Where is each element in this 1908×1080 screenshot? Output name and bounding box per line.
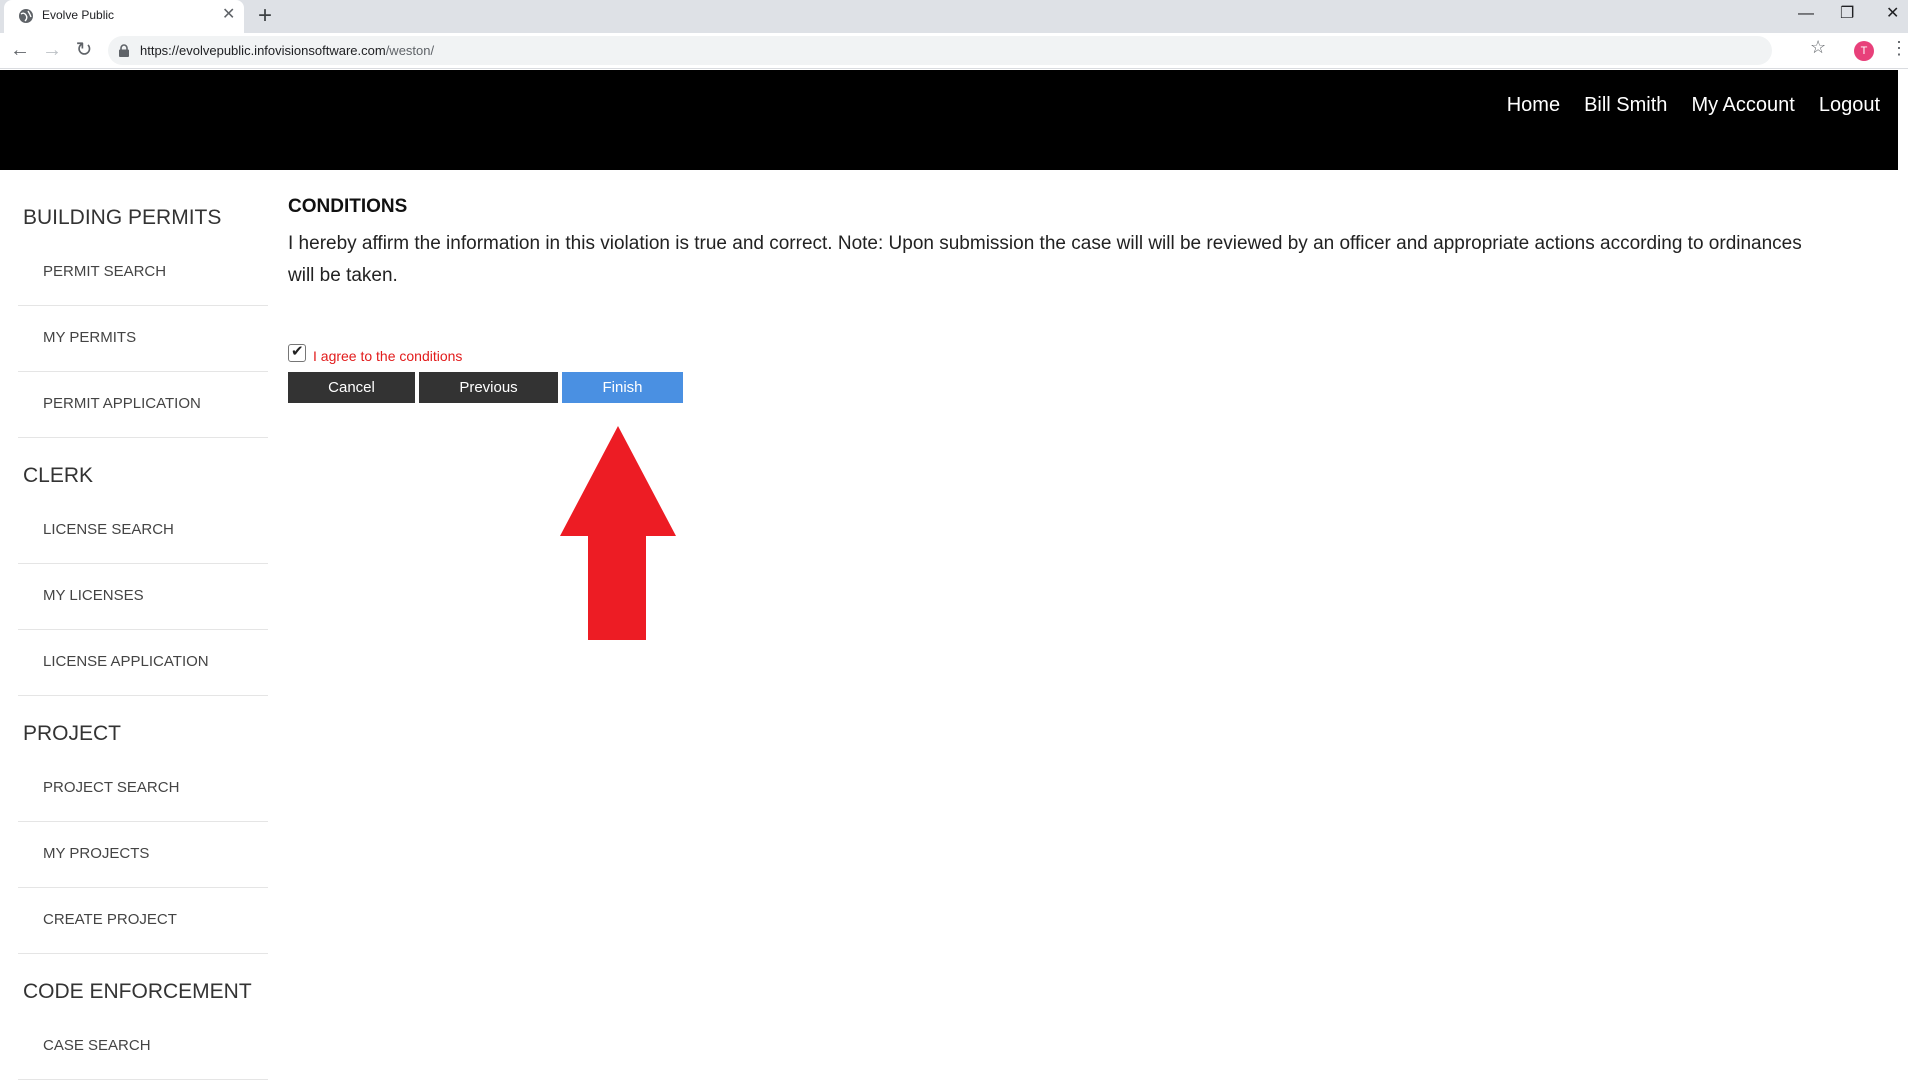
conditions-panel: CONDITIONS I hereby affirm the informati… xyxy=(288,196,1888,403)
sidebar-item-license-application[interactable]: LICENSE APPLICATION xyxy=(18,630,268,696)
site-header: Home Bill Smith My Account Logout xyxy=(0,70,1898,170)
back-icon[interactable]: ← xyxy=(8,38,32,62)
finish-button[interactable]: Finish xyxy=(562,372,683,403)
lock-icon xyxy=(119,44,129,57)
agree-row: I agree to the conditions xyxy=(288,340,1888,366)
red-arrow-annotation xyxy=(560,426,676,640)
sidebar-item-case-search[interactable]: CASE SEARCH xyxy=(18,1014,268,1080)
sidebar-item-my-licenses[interactable]: MY LICENSES xyxy=(18,564,268,630)
sidebar-item-my-projects[interactable]: MY PROJECTS xyxy=(18,822,268,888)
close-window-icon[interactable]: ✕ xyxy=(1886,2,1899,26)
agree-checkbox[interactable] xyxy=(288,342,306,362)
new-tab-icon[interactable]: + xyxy=(258,2,272,30)
wizard-buttons: Cancel Previous Finish xyxy=(288,372,1888,403)
minimize-icon[interactable]: — xyxy=(1798,2,1814,26)
forward-icon[interactable]: → xyxy=(40,38,64,62)
sidebar-section-building-permits: BUILDING PERMITS xyxy=(23,206,222,229)
profile-avatar[interactable]: T xyxy=(1854,41,1874,61)
sidebar-item-create-project[interactable]: CREATE PROJECT xyxy=(18,888,268,954)
sidebar-item-license-search[interactable]: LICENSE SEARCH xyxy=(18,498,268,564)
nav-home-link[interactable]: Home xyxy=(1507,94,1560,117)
sidebar-section-code-enforcement: CODE ENFORCEMENT xyxy=(23,980,252,1003)
page-title: CONDITIONS xyxy=(288,196,408,217)
reload-icon[interactable]: ↻ xyxy=(72,38,96,62)
sidebar-item-permit-search[interactable]: PERMIT SEARCH xyxy=(18,240,268,306)
sidebar: BUILDING PERMITS PERMIT SEARCH MY PERMIT… xyxy=(18,170,268,1080)
sidebar-item-my-permits[interactable]: MY PERMITS xyxy=(18,306,268,372)
sidebar-item-project-search[interactable]: PROJECT SEARCH xyxy=(18,756,268,822)
address-bar[interactable]: https://evolvepublic.infovisionsoftware.… xyxy=(108,36,1772,65)
sidebar-section-project: PROJECT xyxy=(23,722,122,745)
tab-strip: Evolve Public ✕ + — ❐ ✕ xyxy=(0,0,1908,33)
sidebar-section-clerk: CLERK xyxy=(23,464,94,487)
browser-tab[interactable]: Evolve Public ✕ xyxy=(4,0,244,33)
browser-chrome: Evolve Public ✕ + — ❐ ✕ ← → ↻ https://ev… xyxy=(0,0,1908,69)
browser-menu-icon[interactable]: ⋮ xyxy=(1890,38,1908,59)
browser-toolbar: ← → ↻ https://evolvepublic.infovisionsof… xyxy=(0,33,1908,69)
nav-user-link[interactable]: Bill Smith xyxy=(1584,94,1667,117)
nav-my-account-link[interactable]: My Account xyxy=(1691,94,1794,117)
tab-title: Evolve Public xyxy=(42,8,115,22)
restore-icon[interactable]: ❐ xyxy=(1840,2,1854,26)
agree-label[interactable]: I agree to the conditions xyxy=(313,348,462,364)
bookmark-star-icon[interactable]: ☆ xyxy=(1810,37,1826,58)
url-text: https://evolvepublic.infovisionsoftware.… xyxy=(140,43,435,58)
cancel-button[interactable]: Cancel xyxy=(288,372,415,403)
globe-icon xyxy=(19,9,33,23)
nav-logout-link[interactable]: Logout xyxy=(1819,94,1880,117)
sidebar-item-permit-application[interactable]: PERMIT APPLICATION xyxy=(18,372,268,438)
previous-button[interactable]: Previous xyxy=(419,372,558,403)
top-nav: Home Bill Smith My Account Logout xyxy=(1507,94,1880,117)
conditions-text: I hereby affirm the information in this … xyxy=(288,233,1802,286)
close-tab-icon[interactable]: ✕ xyxy=(222,6,235,24)
